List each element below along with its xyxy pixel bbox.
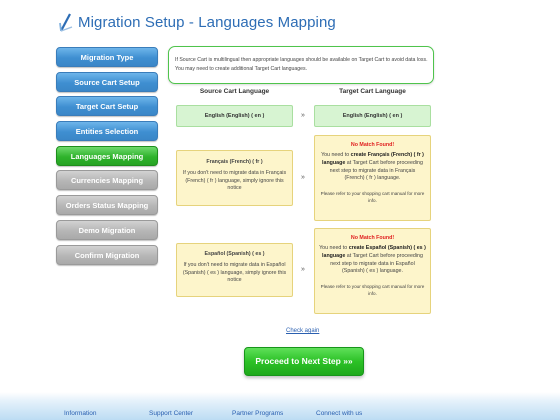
info-line-1: If Source Cart is multilingual then appr… — [175, 57, 428, 63]
sidebar-item-entities-selection[interactable]: Entities Selection — [56, 121, 158, 142]
info-line-2: You may need to create additional Target… — [175, 66, 308, 72]
footer-link-information[interactable]: Information — [64, 410, 97, 417]
info-notice: If Source Cart is multilingual then appr… — [168, 46, 434, 84]
nomatch-label-french: No Match Found! — [350, 142, 395, 148]
proceed-next-step-button[interactable]: Proceed to Next Step »» — [244, 347, 364, 376]
mapping-arrow-french: » — [301, 174, 305, 181]
wizard-sidebar: Migration Type Source Cart Setup Target … — [56, 47, 158, 269]
source-language-french: Français (French) ( fr ) If you don't ne… — [176, 150, 293, 206]
footer-link-partner-programs[interactable]: Partner Programs — [232, 410, 283, 417]
sidebar-item-currencies-mapping: Currencies Mapping — [56, 170, 158, 191]
refer-manual-spanish: Please refer to your shopping cart manua… — [320, 284, 425, 297]
target-language-spanish-nomatch: No Match Found! You need to create Españ… — [314, 228, 431, 314]
target-language-english: English (English) ( en ) — [314, 105, 431, 127]
page-header: Migration Setup - Languages Mapping — [58, 8, 336, 36]
sidebar-item-migration-type[interactable]: Migration Type — [56, 47, 158, 67]
migration-logo-icon — [59, 13, 73, 32]
target-column-header: Target Cart Language — [339, 88, 406, 95]
page-title: Migration Setup - Languages Mapping — [78, 13, 336, 31]
refer-manual-french: Please refer to your shopping cart manua… — [320, 191, 425, 204]
target-language-french-nomatch: No Match Found! You need to create Franç… — [314, 135, 431, 221]
mapping-arrow-english: » — [301, 112, 305, 119]
source-language-spanish-name: Español (Spanish) ( es ) — [204, 251, 265, 257]
sidebar-item-languages-mapping[interactable]: Languages Mapping — [56, 145, 158, 166]
source-language-french-name: Français (French) ( fr ) — [206, 159, 263, 165]
source-language-english: English (English) ( en ) — [176, 105, 293, 127]
footer-link-support-center[interactable]: Support Center — [149, 410, 193, 417]
mapping-arrow-spanish: » — [301, 266, 305, 273]
nomatch-instructions-spanish: You need to create Español (Spanish) ( e… — [319, 245, 426, 275]
sidebar-item-confirm-migration: Confirm Migration — [56, 244, 158, 265]
sidebar-item-demo-migration: Demo Migration — [56, 219, 158, 240]
source-language-spanish-note: If you don't need to migrate data in Esp… — [182, 262, 287, 283]
check-again-link[interactable]: Check again — [286, 328, 319, 334]
source-language-french-note: If you don't need to migrate data in Fra… — [182, 170, 287, 191]
footer-link-connect-with-us[interactable]: Connect with us — [316, 410, 362, 417]
source-language-spanish: Español (Spanish) ( es ) If you don't ne… — [176, 243, 293, 297]
source-column-header: Source Cart Language — [199, 88, 270, 95]
sidebar-item-target-cart-setup[interactable]: Target Cart Setup — [56, 96, 158, 117]
nomatch-label-spanish: No Match Found! — [350, 235, 395, 241]
nomatch-instructions-french: You need to create Français (French) ( f… — [321, 152, 424, 182]
sidebar-item-source-cart-setup[interactable]: Source Cart Setup — [56, 71, 158, 92]
footer-bar: Information Support Center Partner Progr… — [0, 392, 560, 420]
sidebar-item-orders-status-mapping: Orders Status Mapping — [56, 195, 158, 216]
